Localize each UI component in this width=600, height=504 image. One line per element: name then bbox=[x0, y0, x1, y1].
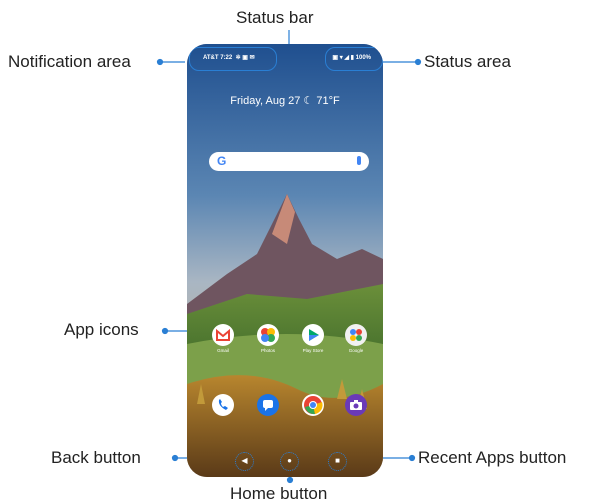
navigation-bar: ◀ ● ■ bbox=[187, 444, 383, 477]
google-search-bar[interactable]: G bbox=[209, 152, 369, 171]
date-weather: Friday, Aug 27 ☾ 71°F bbox=[230, 95, 340, 107]
status-area-highlight bbox=[325, 47, 383, 71]
photos-icon[interactable] bbox=[257, 324, 279, 346]
status-bar-label: Status bar bbox=[236, 8, 314, 27]
play-store-icon[interactable] bbox=[302, 324, 324, 346]
notification-area-label: Notification area bbox=[8, 52, 131, 71]
google-folder-label: Google bbox=[348, 348, 364, 353]
mic-icon[interactable] bbox=[357, 156, 361, 165]
back-button-label: Back button bbox=[51, 448, 141, 467]
recent-apps-icon: ■ bbox=[335, 456, 340, 465]
google-folder-icon[interactable] bbox=[345, 324, 367, 346]
messages-icon[interactable] bbox=[257, 394, 279, 416]
play-store-label: Play Store bbox=[302, 348, 324, 353]
app-icons-label: App icons bbox=[64, 320, 139, 339]
home-icon: ● bbox=[287, 456, 292, 465]
gmail-icon[interactable] bbox=[212, 324, 234, 346]
photos-label: Photos bbox=[260, 348, 275, 353]
home-button[interactable]: ● bbox=[280, 452, 299, 471]
home-button-label: Home button bbox=[230, 484, 328, 503]
chrome-icon[interactable] bbox=[302, 394, 324, 416]
back-icon: ◀ bbox=[241, 456, 248, 465]
recent-apps-button[interactable]: ■ bbox=[328, 452, 347, 471]
camera-icon[interactable] bbox=[345, 394, 367, 416]
status-area-label: Status area bbox=[424, 52, 511, 71]
gmail-label: Gmail bbox=[217, 348, 229, 353]
google-g-icon: G bbox=[217, 154, 227, 168]
notification-area-highlight bbox=[189, 47, 277, 71]
phone-icon[interactable] bbox=[212, 394, 234, 416]
recent-apps-button-label: Recent Apps button bbox=[418, 448, 567, 467]
back-button[interactable]: ◀ bbox=[235, 452, 254, 471]
phone-screen: AT&T 7:22 ✲ ▣ ✉ ▣ ▾ ◢ ▮ 100% Friday, Aug… bbox=[187, 44, 383, 477]
